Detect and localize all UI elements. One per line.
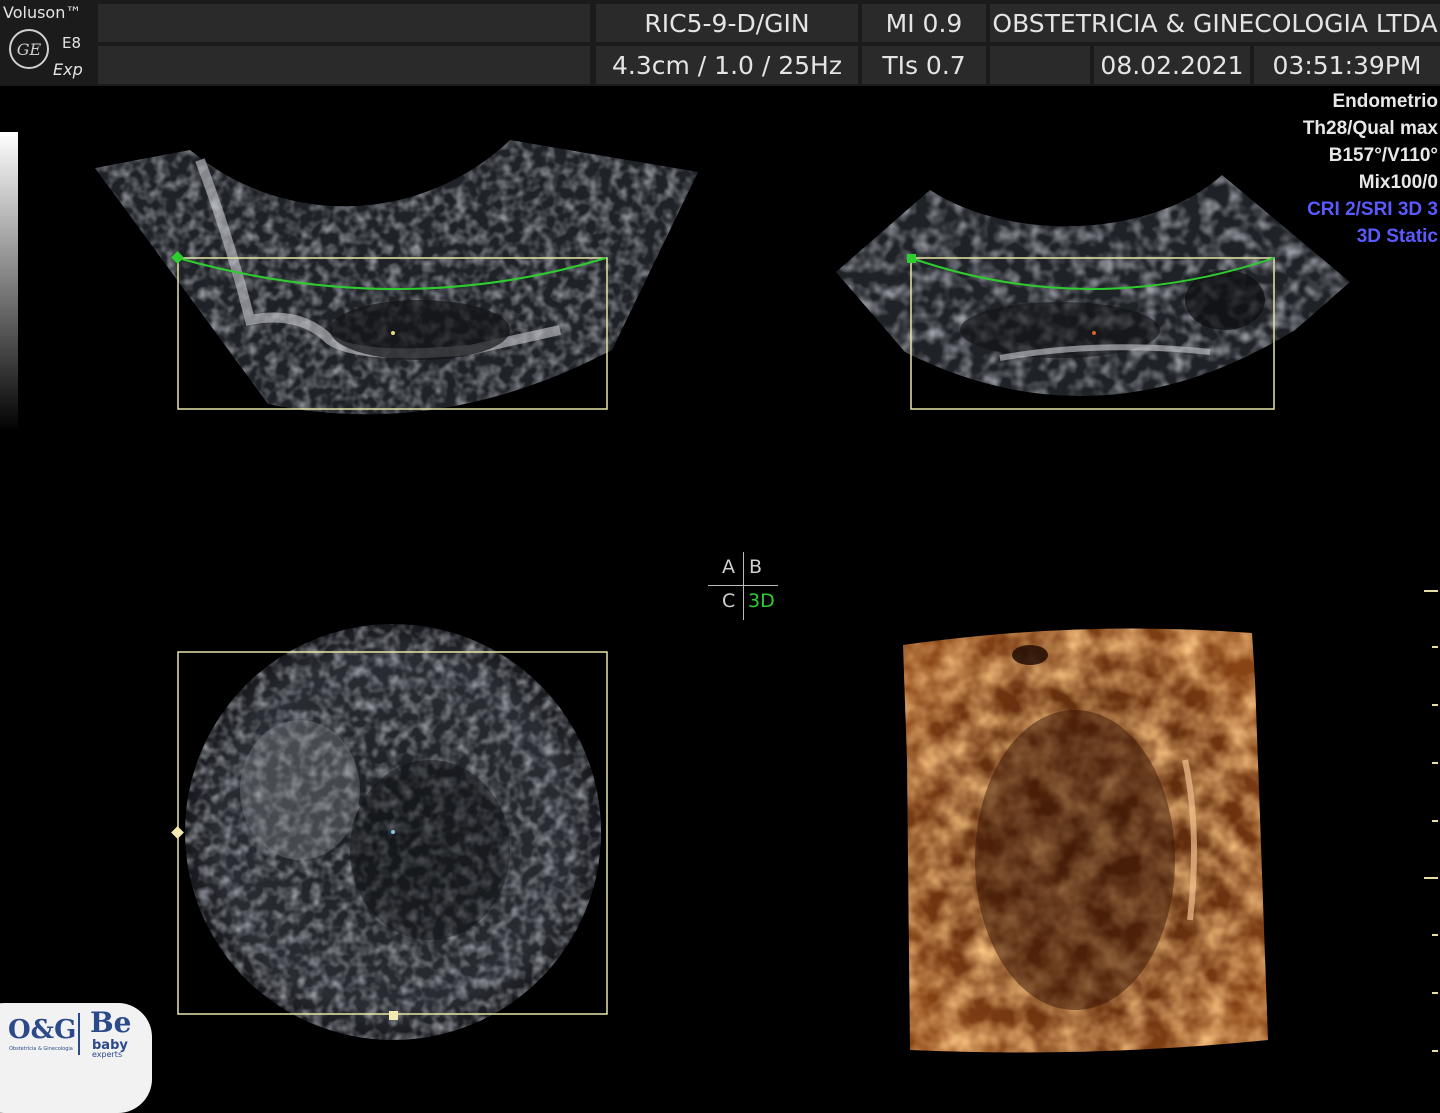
depth-tick (1432, 646, 1438, 648)
og-logo-subtitle: Obstetrícia & Ginecologia (9, 1046, 73, 1052)
pane-c-reference-dot (391, 830, 395, 834)
quad-view-indicator[interactable]: A B C 3D (706, 552, 778, 620)
mix-label: Mix100/0 (1358, 172, 1438, 193)
depth-tick (1432, 992, 1438, 994)
pane-b-reference-dot (1092, 331, 1096, 335)
quad-divider-horizontal (708, 585, 778, 586)
depth-tick (1424, 590, 1438, 592)
depth-tick (1432, 820, 1438, 822)
pane-a-reference-dot (391, 331, 395, 335)
depth-tick (1424, 877, 1438, 879)
pane-c-left-handle[interactable] (171, 826, 184, 839)
mode-label: 3D Static (1356, 226, 1438, 247)
pane-b-sector[interactable] (836, 175, 1350, 397)
quality-label: Th28/Qual max (1302, 118, 1438, 139)
depth-tick (1432, 762, 1438, 764)
ultrasound-display (95, 140, 1350, 1053)
logo-separator (78, 1013, 80, 1055)
pane-d-3d-render[interactable] (903, 628, 1268, 1053)
quad-divider-vertical (743, 552, 744, 620)
acquisition-info: Endometrio Th28/Qual max B157°/V110° Mix… (1303, 88, 1438, 250)
depth-tick (1432, 704, 1438, 706)
angles-label: B157°/V110° (1328, 145, 1438, 166)
depth-tick (1432, 1050, 1438, 1052)
quad-3d-label[interactable]: 3D (748, 590, 775, 612)
preset-label: Endometrio (1332, 91, 1438, 112)
experts-logo-text: experts (92, 1050, 123, 1059)
grayscale-bar (0, 132, 18, 432)
quad-a-label[interactable]: A (722, 556, 735, 578)
depth-tick (1432, 934, 1438, 936)
og-logo: O&G (8, 1015, 77, 1045)
cri-label: CRI 2/SRI 3D 3 (1307, 199, 1438, 220)
quad-c-label[interactable]: C (722, 590, 735, 612)
quad-b-label[interactable]: B (749, 556, 762, 578)
pane-b-curve-handle[interactable] (907, 254, 916, 263)
pane-c-bottom-handle[interactable] (389, 1011, 398, 1020)
be-logo: Be (90, 1006, 132, 1039)
